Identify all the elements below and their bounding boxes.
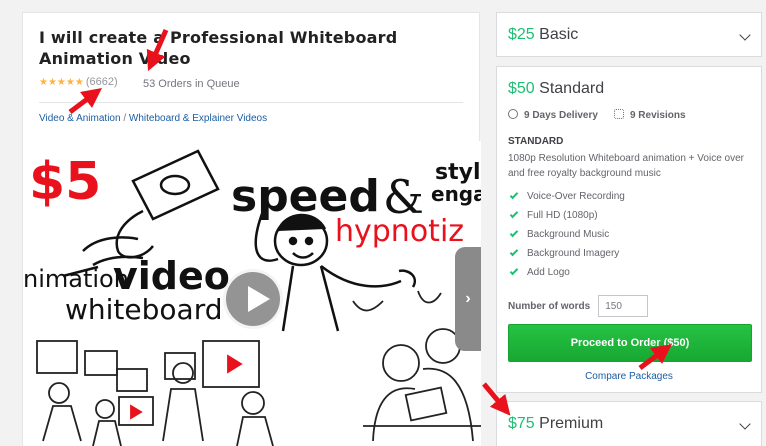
annotation-arrows [68, 28, 672, 416]
gig-page: I will create a Professional Whiteboard … [0, 0, 766, 446]
arrow-queue [146, 28, 169, 72]
arrow-premium [482, 382, 511, 416]
arrow-reviews [68, 88, 102, 114]
arrow-order-button [638, 344, 672, 370]
